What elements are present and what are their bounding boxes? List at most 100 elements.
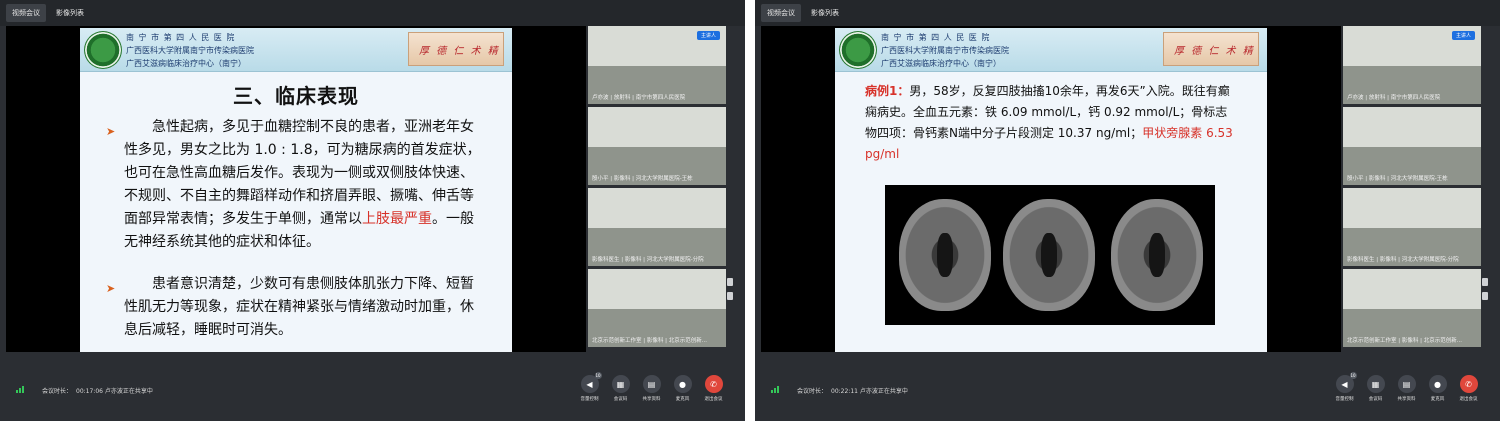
sharing-status: 卢亦波正在共享中 <box>104 388 153 395</box>
volume-control-button[interactable]: ◀ 10 音量控制 <box>578 372 602 402</box>
participant-name: 影像科医生 | 影像科 | 河北大学附属医院-分院 <box>592 257 704 263</box>
calligraphy-banner: 厚 德 仁 术 精 <box>1163 32 1259 66</box>
signal-strength-icon <box>16 386 24 393</box>
ct-slice-image <box>899 199 991 311</box>
participant-video[interactable]: 主讲人 卢亦波 | 放射科 | 南宁市第四人民医院 <box>1343 26 1481 104</box>
duration-value: 00:17:06 <box>76 388 103 395</box>
participant-video-list: 主讲人 卢亦波 | 放射科 | 南宁市第四人民医院 殷小平 | 影像科 | 河北… <box>1343 26 1481 352</box>
hangup-icon: ✆ <box>1459 375 1478 393</box>
slide-header: 南 宁 市 第 四 人 民 医 院 广西医科大学附属南宁市传染病医院 广西艾滋病… <box>80 28 512 72</box>
meeting-toolbar: 会议时长： 00:22:11 卢亦波正在共享中 ◀ 10 音量控制 ▦ 会议码 ▤ 共享资… <box>755 352 1500 421</box>
scroll-down-button[interactable] <box>727 292 733 300</box>
duration-label: 会议时长： <box>42 388 73 395</box>
control-label: 退出会议 <box>1459 397 1478 402</box>
banner-text: 厚 德 仁 术 精 <box>419 46 500 57</box>
scroll-down-button[interactable] <box>1482 292 1488 300</box>
microphone-icon: ● <box>673 375 692 393</box>
control-label: 共享资料 <box>1397 397 1416 402</box>
participant-video[interactable]: 主讲人 卢亦波 | 放射科 | 南宁市第四人民医院 <box>588 26 726 104</box>
bullet-arrow-icon: ➤ <box>106 125 116 138</box>
control-label: 共享资料 <box>642 397 661 402</box>
ct-slice-image <box>1003 199 1095 311</box>
duration-label: 会议时长： <box>797 388 828 395</box>
hospital-name: 南 宁 市 第 四 人 民 医 院 <box>126 33 236 42</box>
ct-scan-image <box>885 185 1215 325</box>
speaker-icon: ◀ 10 <box>1335 372 1357 393</box>
control-label: 音量控制 <box>1335 397 1354 402</box>
ventricle-shape <box>937 233 953 277</box>
slide-header: 南 宁 市 第 四 人 民 医 院 广西医科大学附属南宁市传染病医院 广西艾滋病… <box>835 28 1267 72</box>
slide-title: 三、临床表现 <box>233 84 359 108</box>
toolbar-controls: ◀ 10 音量控制 ▦ 会议码 ▤ 共享资料 ● 麦克风 ✆ 退出会议 <box>578 372 725 402</box>
volume-badge: 10 <box>1349 372 1357 379</box>
bullet-arrow-icon: ➤ <box>106 282 116 295</box>
tab-bar: 视频会议 影像列表 <box>755 0 1500 26</box>
participant-name: 殷小平 | 影像科 | 河北大学附属医院-王栋 <box>1347 176 1448 182</box>
participant-video[interactable]: 影像科医生 | 影像科 | 河北大学附属医院-分院 <box>588 188 726 266</box>
slide-paragraph-1: 急性起病，多见于血糖控制不良的患者，亚洲老年女性多见，男女之比为 1.0 : 1… <box>124 116 484 254</box>
hospital-logo-icon <box>839 31 877 69</box>
participant-video[interactable]: 殷小平 | 影像科 | 河北大学附属医院-王栋 <box>588 107 726 185</box>
presentation-slide: 南 宁 市 第 四 人 民 医 院 广西医科大学附属南宁市传染病医院 广西艾滋病… <box>835 28 1267 352</box>
host-badge: 主讲人 <box>1451 31 1475 40</box>
meeting-code-button[interactable]: ▦ 会议码 <box>609 375 632 402</box>
participant-video[interactable]: 殷小平 | 影像科 | 河北大学附属医院-王栋 <box>1343 107 1481 185</box>
case-label: 病例1： <box>865 84 910 98</box>
participant-video[interactable]: 影像科医生 | 影像科 | 河北大学附属医院-分院 <box>1343 188 1481 266</box>
tab-video-meeting[interactable]: 视频会议 <box>6 4 46 22</box>
tab-image-list[interactable]: 影像列表 <box>50 4 90 22</box>
volume-control-button[interactable]: ◀ 10 音量控制 <box>1333 372 1357 402</box>
participant-name: 卢亦波 | 放射科 | 南宁市第四人民医院 <box>1347 95 1441 101</box>
participant-name: 卢亦波 | 放射科 | 南宁市第四人民医院 <box>592 95 686 101</box>
meeting-status: 会议时长： 00:22:11 卢亦波正在共享中 <box>797 386 908 395</box>
sharing-status: 卢亦波正在共享中 <box>859 388 908 395</box>
ventricle-shape <box>1149 233 1165 277</box>
video-background <box>588 188 726 228</box>
tab-bar: 视频会议 影像列表 <box>0 0 745 26</box>
video-background <box>1343 188 1481 228</box>
video-background <box>1343 107 1481 147</box>
meeting-toolbar: 会议时长： 00:17:06 卢亦波正在共享中 ◀ 10 音量控制 ▦ 会议码 ▤ 共享资… <box>0 352 745 421</box>
participant-name: 影像科医生 | 影像科 | 河北大学附属医院-分院 <box>1347 257 1459 263</box>
speaker-icon: ◀ 10 <box>580 372 602 393</box>
control-label: 退出会议 <box>704 397 723 402</box>
meeting-window-right: 视频会议 影像列表 南 宁 市 第 四 人 民 医 院 广西医科大学附属南宁市传… <box>755 0 1500 421</box>
slide-paragraph-2: 患者意识清楚，少数可有患侧肢体肌张力下降、短暂性肌无力等现象，症状在精神紧张与情… <box>124 276 474 338</box>
tab-video-meeting[interactable]: 视频会议 <box>761 4 801 22</box>
scroll-up-button[interactable] <box>1482 278 1488 286</box>
video-background <box>588 107 726 147</box>
hospital-name: 南 宁 市 第 四 人 民 医 院 <box>881 33 991 42</box>
control-label: 麦克风 <box>1430 397 1445 402</box>
control-label: 会议码 <box>1368 397 1383 402</box>
share-materials-button[interactable]: ▤ 共享资料 <box>1395 375 1418 402</box>
leave-meeting-button[interactable]: ✆ 退出会议 <box>702 375 725 402</box>
microphone-button[interactable]: ● 麦克风 <box>1426 375 1449 402</box>
hospital-center: 广西艾滋病临床治疗中心（南宁） <box>126 59 246 68</box>
leave-meeting-button[interactable]: ✆ 退出会议 <box>1457 375 1480 402</box>
case-description: 病例1：男，58岁，反复四肢抽搐10余年，再发6天”入院。既往有癫痫病史。全血五… <box>865 81 1237 165</box>
video-background <box>1343 269 1481 309</box>
microphone-icon: ● <box>1428 375 1447 393</box>
participant-name: 北京示范创新工作室 | 影像科 | 北京示范创新... <box>1347 338 1462 344</box>
participant-video[interactable]: 北京示范创新工作室 | 影像科 | 北京示范创新... <box>588 269 726 347</box>
calligraphy-banner: 厚 德 仁 术 精 <box>408 32 504 66</box>
banner-text: 厚 德 仁 术 精 <box>1174 46 1255 57</box>
duration-value: 00:22:11 <box>831 388 858 395</box>
hospital-center: 广西艾滋病临床治疗中心（南宁） <box>881 59 1001 68</box>
hospital-affiliation: 广西医科大学附属南宁市传染病医院 <box>126 46 254 55</box>
screenshot: 视频会议 影像列表 南 宁 市 第 四 人 民 医 院 广西医科大学附属南宁市传… <box>0 0 1500 421</box>
hangup-icon: ✆ <box>704 375 723 393</box>
meeting-code-button[interactable]: ▦ 会议码 <box>1364 375 1387 402</box>
shared-screen: 南 宁 市 第 四 人 民 医 院 广西医科大学附属南宁市传染病医院 广西艾滋病… <box>761 26 1341 352</box>
meeting-window-left: 视频会议 影像列表 南 宁 市 第 四 人 民 医 院 广西医科大学附属南宁市传… <box>0 0 745 421</box>
qrcode-icon: ▦ <box>611 375 630 393</box>
participant-video-list: 主讲人 卢亦波 | 放射科 | 南宁市第四人民医院 殷小平 | 影像科 | 河北… <box>588 26 726 352</box>
participant-video[interactable]: 北京示范创新工作室 | 影像科 | 北京示范创新... <box>1343 269 1481 347</box>
microphone-button[interactable]: ● 麦克风 <box>671 375 694 402</box>
scroll-up-button[interactable] <box>727 278 733 286</box>
participant-name: 殷小平 | 影像科 | 河北大学附属医院-王栋 <box>592 176 693 182</box>
document-icon: ▤ <box>1397 375 1416 393</box>
share-materials-button[interactable]: ▤ 共享资料 <box>640 375 663 402</box>
control-label: 麦克风 <box>675 397 690 402</box>
tab-image-list[interactable]: 影像列表 <box>805 4 845 22</box>
